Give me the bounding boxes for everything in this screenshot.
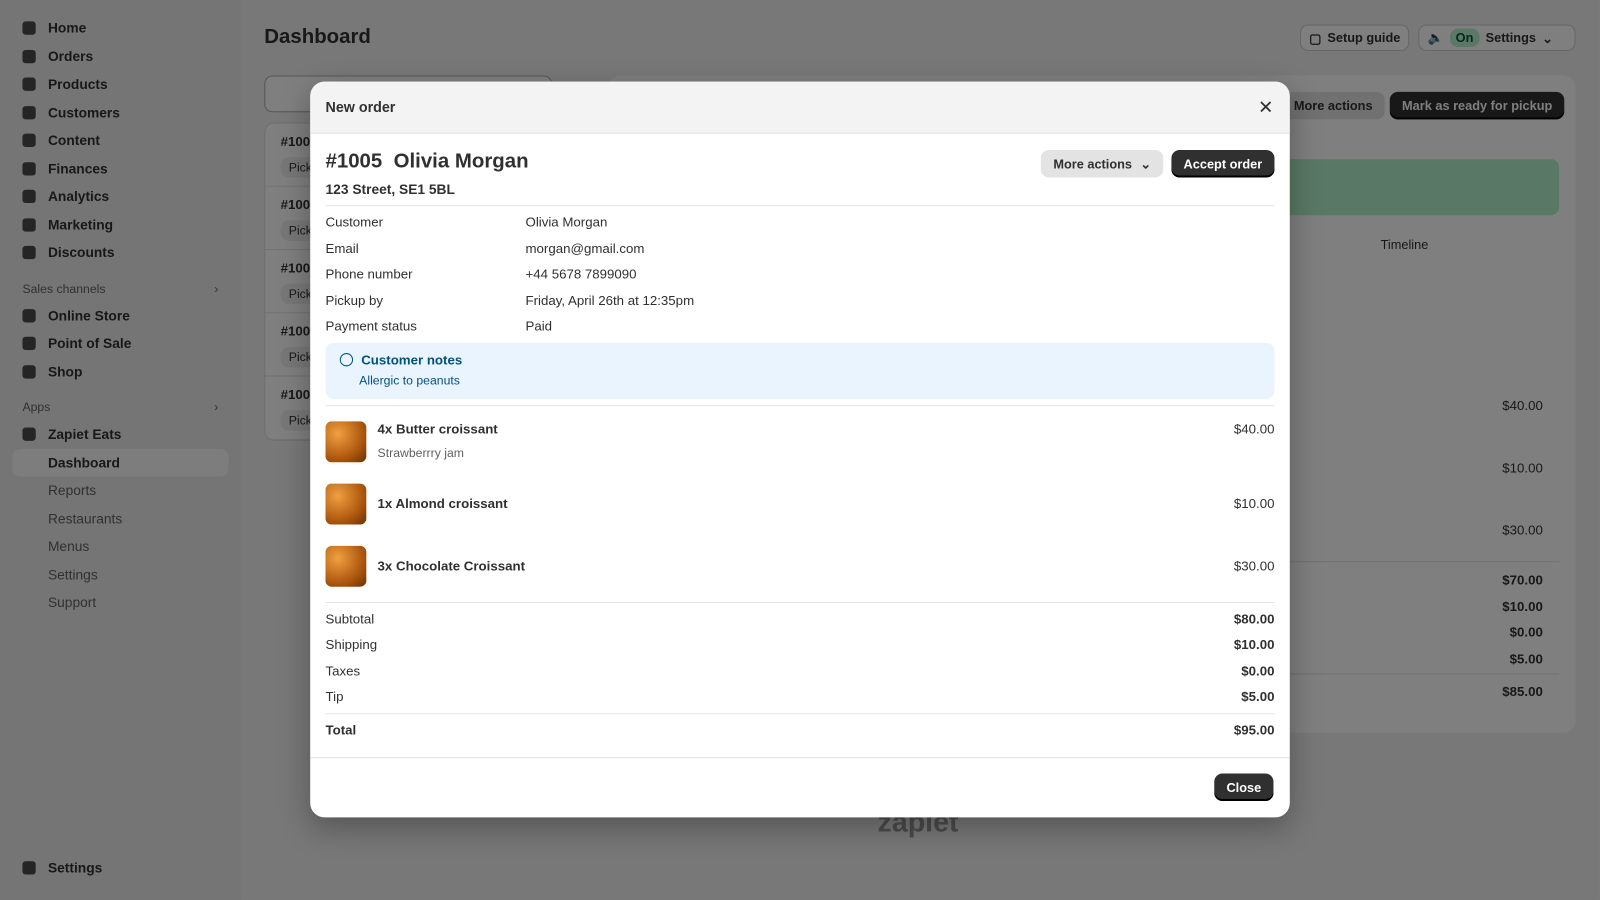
customer-notes-banner: Customer notes Allergic to peanuts — [325, 342, 1275, 399]
new-order-modal: New order ✕ #1005 Olivia Morgan 123 Stree… — [310, 81, 1290, 818]
croissant-image — [325, 545, 367, 587]
total-line: Taxes $0.00 — [325, 663, 1275, 679]
line-item: 4x Butter croissant Strawberrry jam $40.00 — [325, 420, 1274, 483]
field-row: Email morgan@gmail.com — [325, 240, 645, 256]
croissant-image — [325, 483, 367, 524]
close-icon[interactable]: ✕ — [1258, 96, 1273, 117]
croissant-image — [325, 420, 367, 462]
info-icon — [339, 352, 354, 366]
line-item: 3x Chocolate Croissant $30.00 — [325, 545, 1274, 607]
field-row: Pickup by Friday, April 26th at 12:35pm — [325, 292, 695, 308]
total-line: Subtotal $80.00 — [325, 610, 1275, 627]
close-button[interactable]: Close — [1214, 773, 1274, 802]
field-row: Customer Olivia Morgan — [325, 214, 608, 230]
order-address: 123 Street, SE1 5BL — [325, 181, 455, 197]
total-line: Shipping $10.00 — [325, 636, 1275, 653]
total-row: Total $95.00 — [325, 722, 1275, 738]
modal-title: New order — [325, 98, 396, 116]
total-line: Tip $5.00 — [325, 689, 1275, 705]
chevron-down-icon: ⌄ — [1140, 157, 1151, 172]
field-row: Phone number +44 5678 7899090 — [325, 266, 637, 282]
field-row: Payment status Paid — [325, 318, 553, 334]
more-actions-button[interactable]: More actions ⌄ — [1041, 149, 1164, 178]
line-item: 1x Almond croissant $10.00 — [325, 483, 1274, 545]
order-heading: #1005 Olivia Morgan — [325, 149, 529, 173]
accept-order-button[interactable]: Accept order — [1171, 149, 1275, 178]
